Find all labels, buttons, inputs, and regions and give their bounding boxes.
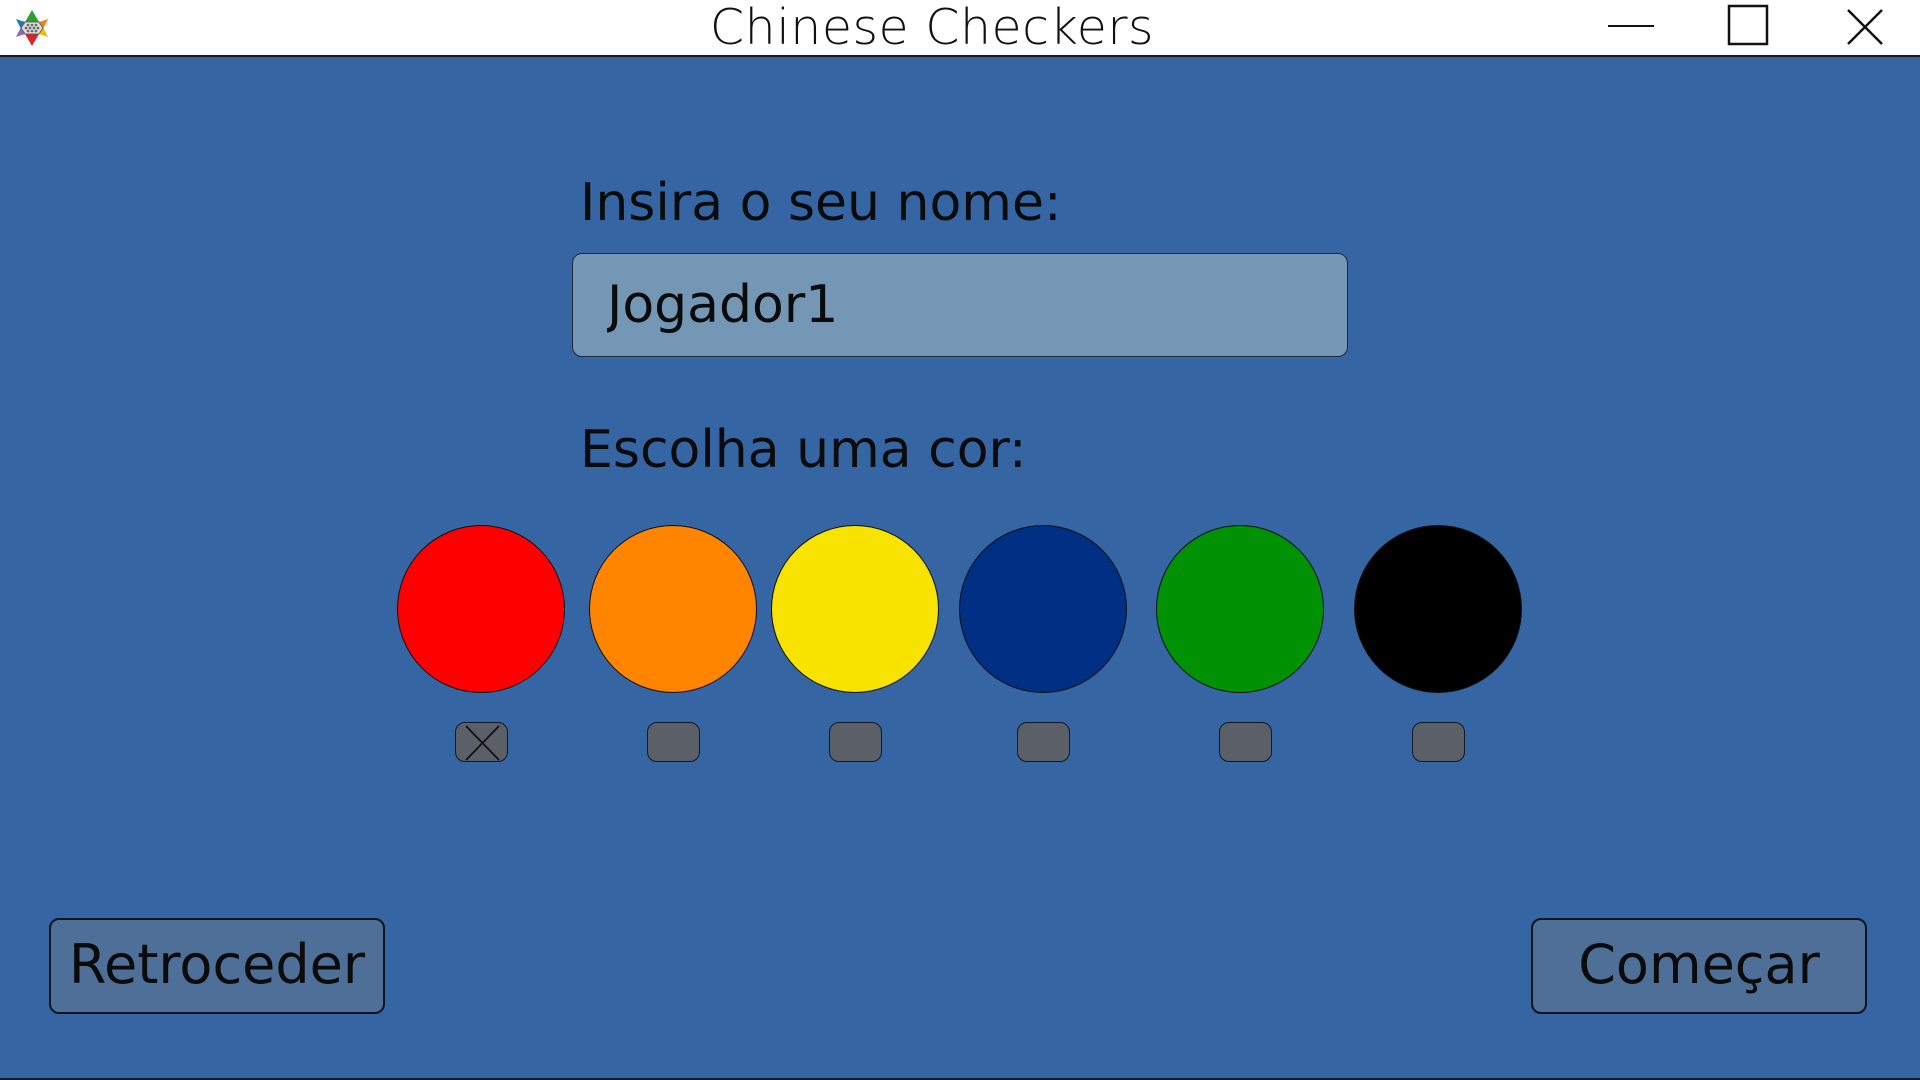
color-swatch-yellow[interactable] xyxy=(771,525,939,693)
close-icon xyxy=(1847,9,1883,45)
color-checkbox-red[interactable] xyxy=(455,722,508,762)
window-title: Chinese Checkers xyxy=(709,0,1155,56)
maximize-icon xyxy=(1727,4,1769,46)
color-checkbox-yellow[interactable] xyxy=(829,722,882,762)
player-name-input[interactable] xyxy=(572,253,1348,357)
color-label: Escolha uma cor: xyxy=(580,420,1027,480)
minimize-button[interactable] xyxy=(1586,0,1676,55)
check-x-icon xyxy=(465,725,500,761)
color-checkbox-black[interactable] xyxy=(1412,722,1465,762)
color-checkbox-green[interactable] xyxy=(1219,722,1272,762)
color-swatch-green[interactable] xyxy=(1156,525,1324,693)
color-checkbox-dark-blue[interactable] xyxy=(1017,722,1070,762)
color-swatch-red[interactable] xyxy=(397,525,565,693)
maximize-button[interactable] xyxy=(1703,0,1793,55)
color-swatch-black[interactable] xyxy=(1354,525,1522,693)
back-button[interactable]: Retroceder xyxy=(49,918,385,1014)
app-window: Chinese Checkers Insira o seu nome: Esco… xyxy=(0,0,1920,1080)
name-label: Insira o seu nome: xyxy=(580,173,1062,233)
title-bar[interactable]: Chinese Checkers xyxy=(0,0,1920,57)
setup-panel: Insira o seu nome: Escolha uma cor: Retr… xyxy=(0,57,1920,1080)
start-button[interactable]: Começar xyxy=(1531,918,1867,1014)
minimize-icon xyxy=(1608,25,1654,27)
close-button[interactable] xyxy=(1820,0,1910,55)
color-checkbox-orange[interactable] xyxy=(647,722,700,762)
color-swatch-dark-blue[interactable] xyxy=(959,525,1127,693)
color-swatch-orange[interactable] xyxy=(589,525,757,693)
